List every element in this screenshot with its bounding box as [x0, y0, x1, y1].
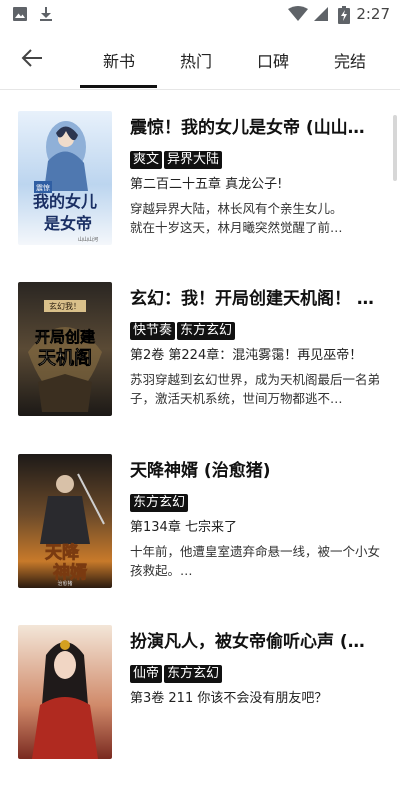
- svg-text:我的女儿: 我的女儿: [33, 192, 97, 211]
- download-icon: [40, 7, 52, 21]
- book-cover[interactable]: [18, 625, 112, 759]
- active-tab-indicator: [80, 85, 157, 88]
- book-description: 十年前，他遭皇室遗弃命悬一线，被一个小女孩救起。…: [130, 544, 380, 578]
- tab-new-books[interactable]: 新书: [103, 48, 135, 72]
- book-cover-image: [18, 625, 112, 759]
- book-item[interactable]: 天降 神婿 治愈猪 天降神婿 (治愈猪) 东方玄幻 第134章 七宗来了 十年前…: [0, 454, 400, 624]
- top-nav: 新书 热门 口碑 完结: [0, 28, 400, 89]
- svg-text:治愈猪: 治愈猪: [57, 580, 72, 587]
- book-cover[interactable]: 天降 神婿 治愈猪: [18, 454, 112, 588]
- status-time: 2:27: [356, 5, 390, 23]
- svg-text:神婿: 神婿: [53, 562, 87, 583]
- book-tags: 快节奏 东方玄幻: [130, 319, 237, 340]
- back-arrow-icon[interactable]: [18, 43, 48, 73]
- tag: 东方玄幻: [177, 322, 236, 340]
- book-title[interactable]: 震惊！我的女儿是女帝 (山山…: [130, 113, 375, 138]
- book-item[interactable]: 玄幻我！ 开局创建 天机阁 玄幻：我！开局创建天机阁！ … 快节奏 东方玄幻 第2…: [0, 282, 400, 452]
- image-notification-icon: [13, 7, 27, 21]
- book-title[interactable]: 玄幻：我！开局创建天机阁！ …: [130, 284, 375, 309]
- tag: 东方玄幻: [164, 665, 223, 683]
- tab-hot[interactable]: 热门: [180, 48, 212, 72]
- book-cover[interactable]: 我的女儿 是女帝 震惊 山山山河: [18, 111, 112, 245]
- book-description: 苏羽穿越到玄幻世界，成为天机阁最后一名弟子，激活天机系统，世间万物都逃不…: [130, 372, 380, 406]
- latest-chapter: 第134章 七宗来了: [130, 520, 237, 535]
- book-cover[interactable]: 玄幻我！ 开局创建 天机阁: [18, 282, 112, 416]
- latest-chapter: 第2卷 第224章：混沌雾霭！再见巫帝！: [130, 348, 363, 363]
- svg-text:是女帝: 是女帝: [43, 214, 92, 233]
- svg-text:天机阁: 天机阁: [38, 347, 92, 369]
- tag: 东方玄幻: [130, 494, 189, 512]
- svg-text:玄幻我！: 玄幻我！: [49, 301, 81, 311]
- book-tags: 仙帝 东方玄幻: [130, 662, 224, 683]
- book-item[interactable]: 我的女儿 是女帝 震惊 山山山河 震惊！我的女儿是女帝 (山山… 爽文 异界大陆 …: [0, 111, 400, 281]
- wifi-icon: [288, 6, 308, 21]
- tag: 爽文: [130, 151, 163, 169]
- book-cover-image: 我的女儿 是女帝 震惊 山山山河: [18, 111, 112, 245]
- svg-text:山山山河: 山山山河: [78, 236, 98, 243]
- tag: 异界大陆: [164, 151, 223, 169]
- tab-completed[interactable]: 完结: [334, 48, 366, 72]
- book-cover-image: 天降 神婿 治愈猪: [18, 454, 112, 588]
- svg-text:开局创建: 开局创建: [35, 328, 96, 346]
- status-bar: 2:27: [0, 0, 400, 28]
- book-description: 穿越异界大陆，林长风有个亲生女儿。 就在十岁这天，林月曦突然觉醒了前…: [130, 201, 343, 235]
- book-title[interactable]: 天降神婿 (治愈猪): [130, 456, 375, 481]
- book-tags: 爽文 异界大陆: [130, 148, 224, 169]
- book-item[interactable]: 扮演凡人，被女帝偷听心声 (山… 仙帝 东方玄幻 第3卷 211 你该不会没有朋友…: [0, 625, 400, 795]
- book-cover-image: 玄幻我！ 开局创建 天机阁: [18, 282, 112, 416]
- battery-charging-icon: [338, 6, 350, 24]
- latest-chapter: 第二百二十五章 真龙公子!: [130, 177, 283, 192]
- header-divider: [0, 89, 400, 90]
- svg-text:天降: 天降: [45, 542, 80, 563]
- tag: 快节奏: [130, 322, 176, 340]
- tag: 仙帝: [130, 665, 163, 683]
- svg-text:震惊: 震惊: [36, 183, 50, 192]
- latest-chapter: 第3卷 211 你该不会没有朋友吧？: [130, 691, 328, 706]
- tab-reputation[interactable]: 口碑: [257, 48, 289, 72]
- signal-icon: [314, 7, 328, 21]
- book-title[interactable]: 扮演凡人，被女帝偷听心声 (山…: [130, 627, 375, 652]
- book-tags: 东方玄幻: [130, 491, 190, 512]
